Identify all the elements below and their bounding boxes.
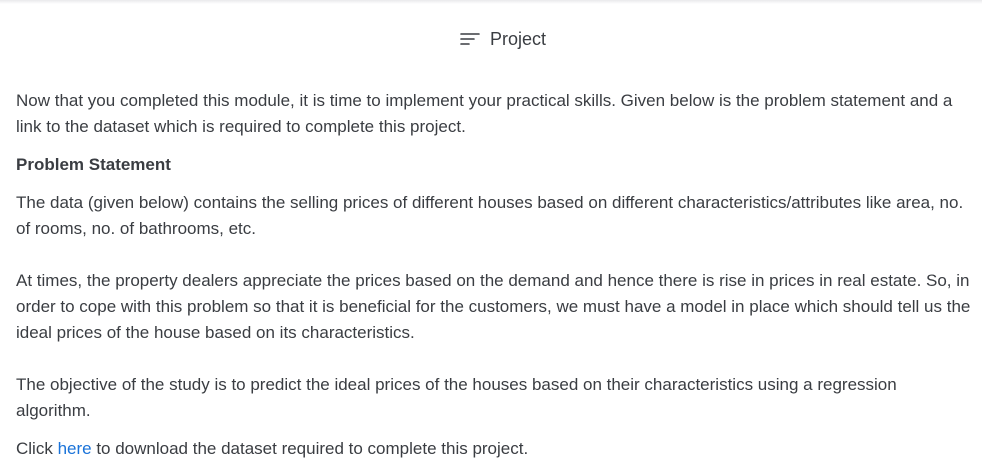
download-prefix: Click xyxy=(16,439,58,458)
page-header: Project xyxy=(0,27,982,51)
page-title: Project xyxy=(489,28,547,49)
header-title-group[interactable]: Project xyxy=(460,29,546,50)
objective-text: The objective of the study is to predict… xyxy=(16,375,897,420)
intro-text: Now that you completed this module, it i… xyxy=(16,91,953,136)
top-shadow xyxy=(0,0,982,4)
download-suffix: to download the dataset required to comp… xyxy=(91,439,529,458)
download-dataset-link[interactable]: here xyxy=(58,439,92,458)
download-line: Click here to download the dataset requi… xyxy=(16,436,972,462)
problem-statement-heading: Problem Statement xyxy=(16,155,171,174)
menu-lines-icon[interactable] xyxy=(460,31,480,47)
motivation-text: At times, the property dealers appreciat… xyxy=(16,271,971,342)
data-description-text: The data (given below) contains the sell… xyxy=(16,193,964,238)
project-content: Now that you completed this module, it i… xyxy=(16,88,972,462)
